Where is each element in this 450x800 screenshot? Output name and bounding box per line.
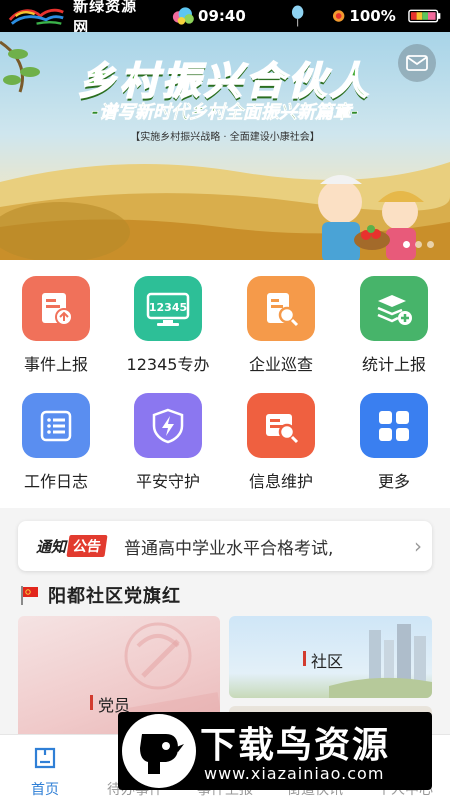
tab-label: 首页 <box>31 782 59 798</box>
banner-title: 乡村振兴合伙人 <box>77 58 372 104</box>
report-upload-icon <box>22 276 90 341</box>
tab-home[interactable]: 首页 <box>0 735 90 800</box>
watermark-overlay: 下载鸟资源 www.xiazainiao.com <box>118 712 432 790</box>
community-label: 社区 <box>311 652 344 671</box>
watermark-url: www.xiazainiao.com <box>204 764 385 783</box>
info-maintain-icon <box>247 393 315 458</box>
grid-item-more[interactable]: 更多 <box>338 377 450 492</box>
site-logo-icon <box>8 8 64 25</box>
notice-tag-badge: 公告 <box>66 535 108 557</box>
section-header: 阳都社区党旗红 <box>18 582 181 608</box>
watermark-bird-logo <box>122 714 196 788</box>
grid-item-label: 12345专办 <box>126 355 210 374</box>
community-card[interactable]: 社区 <box>229 616 432 698</box>
weather-cloud-icon <box>173 7 195 25</box>
carousel-dot[interactable] <box>403 241 410 248</box>
notice-bar[interactable]: 通知 公告 普通高中学业水平合格考试, › <box>18 521 432 571</box>
chevron-right-icon: › <box>414 534 422 558</box>
grid-item-label: 更多 <box>377 472 410 491</box>
app-screen: 新绿资源网 09:40 100% 乡村振兴合伙人 -谱写新时代乡村全面振兴新篇章… <box>0 0 450 800</box>
notice-tag-text: 通知 <box>36 537 67 556</box>
carousel-dot[interactable] <box>427 241 434 248</box>
banner-subtitle: -谱写新时代乡村全面振兴新篇章- <box>91 102 359 124</box>
mail-icon <box>406 55 428 71</box>
grid-item-12345[interactable]: 12345 12345专办 <box>112 260 224 375</box>
grid-item-label: 事件上报 <box>23 355 88 374</box>
watermark-name: 下载鸟资源 <box>200 725 391 766</box>
notice-tag: 通知 公告 <box>36 535 108 557</box>
message-button[interactable] <box>398 44 436 82</box>
work-log-icon <box>22 393 90 458</box>
grid-item-event-report[interactable]: 事件上报 <box>0 260 112 375</box>
grid-item-label: 信息维护 <box>248 472 313 491</box>
status-time: 09:40 <box>198 7 246 25</box>
promo-banner[interactable]: 乡村振兴合伙人 -谱写新时代乡村全面振兴新篇章- 【实施乡村振兴战略 · 全面建… <box>0 32 450 260</box>
section-title: 阳都社区党旗红 <box>48 586 181 607</box>
grid-item-label: 企业巡查 <box>248 355 313 374</box>
card-label-marker <box>303 651 306 666</box>
carousel-dot[interactable] <box>415 241 422 248</box>
enterprise-inspect-icon <box>247 276 315 341</box>
hotline-number-text: 12345 <box>149 301 187 314</box>
notice-text: 普通高中学业水平合格考试, <box>124 538 334 559</box>
grid-item-label: 工作日志 <box>23 472 88 491</box>
hotline-12345-icon: 12345 <box>134 276 202 341</box>
banner-tagline: 【实施乡村振兴战略 · 全面建设小康社会】 <box>130 132 320 143</box>
battery-icon <box>408 9 441 23</box>
battery-percent: 100% <box>349 7 396 25</box>
grid-item-work-log[interactable]: 工作日志 <box>0 377 112 492</box>
stats-upload-icon <box>360 276 428 341</box>
grid-item-label: 统计上报 <box>361 355 426 374</box>
balloon-icon <box>291 5 304 27</box>
function-grid: 事件上报 12345 12345专办 企业巡查 统计上报 工作日志 平安守护 信… <box>0 260 450 508</box>
grid-item-info-maintain[interactable]: 信息维护 <box>225 377 337 492</box>
more-grid-icon <box>360 393 428 458</box>
grid-item-label: 平安守护 <box>135 472 200 491</box>
card-label-marker <box>90 695 93 710</box>
shield-icon <box>134 393 202 458</box>
carousel-indicator <box>403 241 434 248</box>
signal-flower-icon <box>333 10 345 22</box>
grid-item-safety[interactable]: 平安守护 <box>112 377 224 492</box>
grid-item-stats-report[interactable]: 统计上报 <box>338 260 450 375</box>
party-flag-icon <box>21 586 38 605</box>
home-icon <box>34 747 56 769</box>
grid-item-enterprise-inspect[interactable]: 企业巡查 <box>225 260 337 375</box>
status-bar: 新绿资源网 09:40 100% <box>0 0 450 36</box>
